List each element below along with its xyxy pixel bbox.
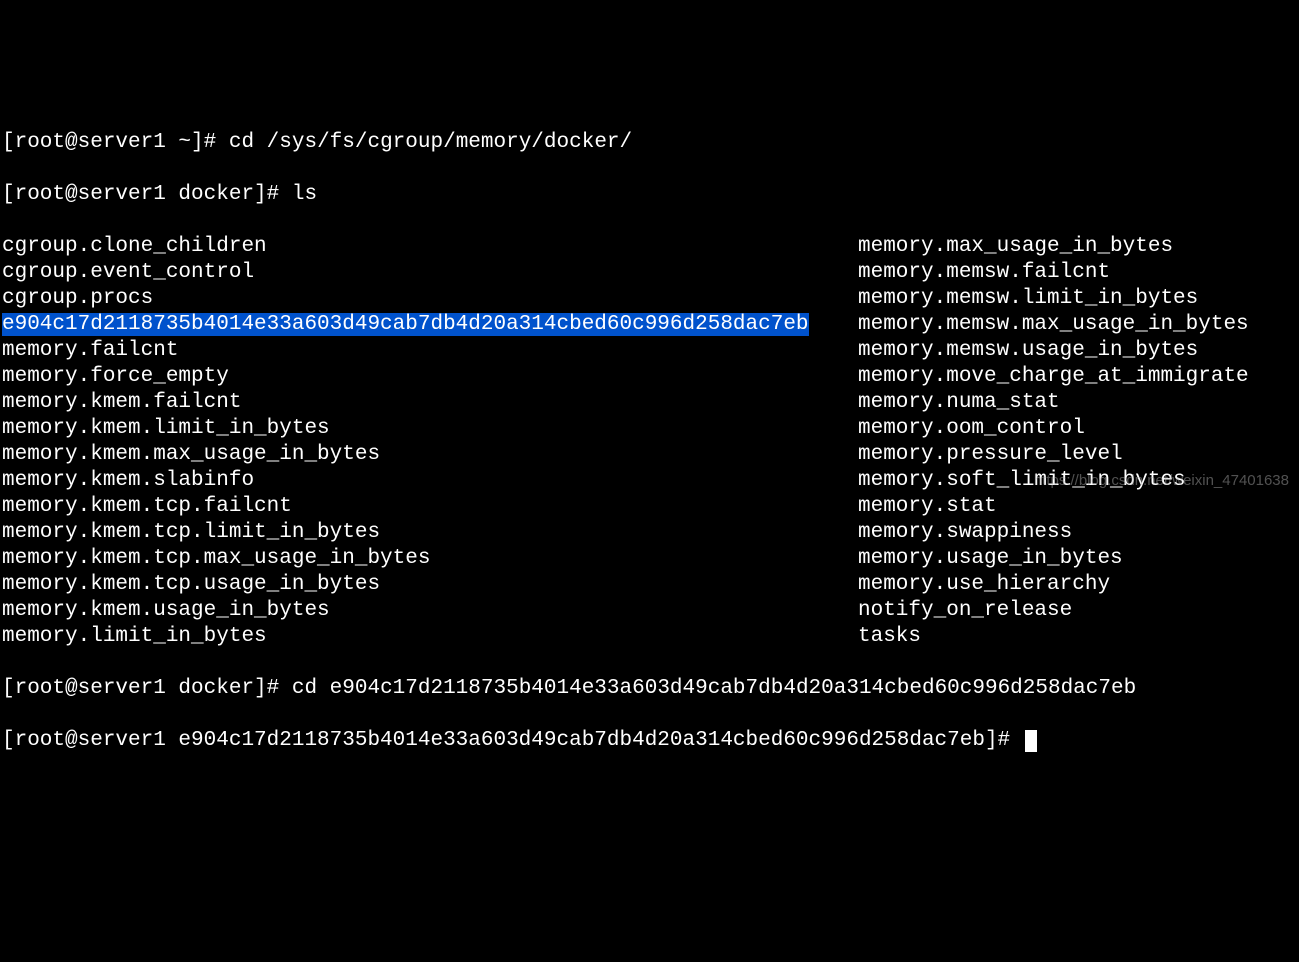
ls-item: memory.kmem.tcp.max_usage_in_bytes bbox=[2, 546, 858, 572]
ls-item: memory.kmem.failcnt bbox=[2, 390, 858, 416]
ls-item: memory.kmem.tcp.failcnt bbox=[2, 494, 858, 520]
ls-item: memory.memsw.failcnt bbox=[858, 260, 1249, 286]
ls-item: memory.use_hierarchy bbox=[858, 572, 1249, 598]
ls-item: memory.stat bbox=[858, 494, 1249, 520]
ls-item: memory.move_charge_at_immigrate bbox=[858, 364, 1249, 390]
ls-item: memory.kmem.usage_in_bytes bbox=[2, 598, 858, 624]
command-text: ls bbox=[292, 183, 317, 206]
ls-item: memory.usage_in_bytes bbox=[858, 546, 1249, 572]
prompt-prefix: [root@server1 docker]# bbox=[2, 183, 279, 206]
ls-item: cgroup.event_control bbox=[2, 260, 858, 286]
command-text: cd e904c17d2118735b4014e33a603d49cab7db4… bbox=[292, 677, 1136, 700]
cursor-icon bbox=[1025, 730, 1037, 752]
ls-item: notify_on_release bbox=[858, 598, 1249, 624]
ls-item: memory.swappiness bbox=[858, 520, 1249, 546]
ls-item: cgroup.procs bbox=[2, 286, 858, 312]
ls-item: memory.kmem.max_usage_in_bytes bbox=[2, 442, 858, 468]
watermark-text: https://blog.csdn.net/weixin_47401638 bbox=[1034, 468, 1289, 494]
ls-item: memory.kmem.tcp.limit_in_bytes bbox=[2, 520, 858, 546]
ls-item: memory.pressure_level bbox=[858, 442, 1249, 468]
prompt-prefix: [root@server1 e904c17d2118735b4014e33a60… bbox=[2, 729, 1010, 752]
ls-item: memory.memsw.limit_in_bytes bbox=[858, 286, 1249, 312]
ls-item: memory.memsw.max_usage_in_bytes bbox=[858, 312, 1249, 338]
prompt-prefix: [root@server1 docker]# bbox=[2, 677, 279, 700]
prompt-line: [root@server1 ~]# cd /sys/fs/cgroup/memo… bbox=[2, 130, 1297, 156]
ls-item: memory.kmem.tcp.usage_in_bytes bbox=[2, 572, 858, 598]
ls-item: memory.kmem.slabinfo bbox=[2, 468, 858, 494]
ls-item: memory.limit_in_bytes bbox=[2, 624, 858, 650]
prompt-line: [root@server1 docker]# cd e904c17d211873… bbox=[2, 676, 1297, 702]
ls-item: memory.oom_control bbox=[858, 416, 1249, 442]
ls-item: memory.force_empty bbox=[2, 364, 858, 390]
prompt-line: [root@server1 docker]# ls bbox=[2, 182, 1297, 208]
ls-item: memory.max_usage_in_bytes bbox=[858, 234, 1249, 260]
ls-output: cgroup.clone_childrencgroup.event_contro… bbox=[2, 234, 1297, 650]
command-text: cd /sys/fs/cgroup/memory/docker/ bbox=[229, 131, 632, 154]
ls-item: tasks bbox=[858, 624, 1249, 650]
ls-item: memory.memsw.usage_in_bytes bbox=[858, 338, 1249, 364]
ls-item: memory.numa_stat bbox=[858, 390, 1249, 416]
terminal-output[interactable]: [root@server1 ~]# cd /sys/fs/cgroup/memo… bbox=[0, 104, 1299, 780]
ls-item: cgroup.clone_children bbox=[2, 234, 858, 260]
ls-item: e904c17d2118735b4014e33a603d49cab7db4d20… bbox=[2, 312, 858, 338]
highlighted-directory: e904c17d2118735b4014e33a603d49cab7db4d20… bbox=[2, 313, 809, 336]
prompt-line: [root@server1 e904c17d2118735b4014e33a60… bbox=[2, 728, 1297, 754]
ls-item: memory.failcnt bbox=[2, 338, 858, 364]
ls-item: memory.kmem.limit_in_bytes bbox=[2, 416, 858, 442]
prompt-prefix: [root@server1 ~]# bbox=[2, 131, 216, 154]
